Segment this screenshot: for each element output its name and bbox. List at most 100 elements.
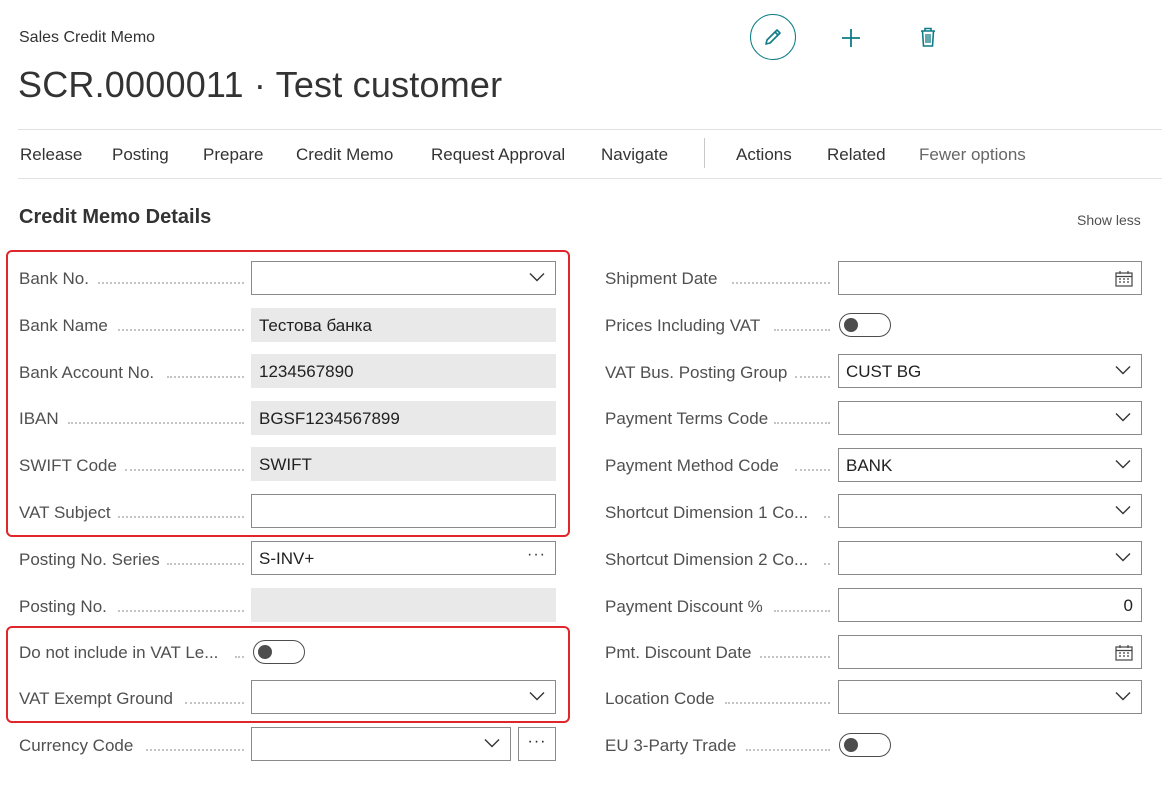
action-credit-memo[interactable]: Credit Memo bbox=[296, 145, 393, 165]
field-label: SWIFT Code bbox=[19, 456, 117, 475]
bank-no-dropdown[interactable] bbox=[251, 261, 556, 295]
new-button[interactable] bbox=[838, 25, 864, 51]
label-leader bbox=[98, 282, 244, 284]
field-label: Bank Account No. bbox=[19, 363, 155, 382]
field-label: Payment Terms Code bbox=[605, 409, 769, 428]
fewer-options-link[interactable]: Fewer options bbox=[919, 145, 1026, 165]
action-posting[interactable]: Posting bbox=[112, 145, 169, 165]
field-label: Location Code bbox=[605, 689, 715, 708]
field-vat-subject: VAT Subject bbox=[0, 494, 560, 530]
do-not-include-vat-ledger-toggle[interactable] bbox=[253, 640, 305, 664]
action-bar-bottom-divider bbox=[18, 178, 1162, 179]
pmt-discount-date-input[interactable] bbox=[838, 635, 1142, 669]
chevron-down-icon bbox=[1115, 692, 1131, 701]
delete-button[interactable] bbox=[916, 24, 940, 50]
iban-field: BGSF1234567899 bbox=[251, 401, 556, 435]
shortcut-dimension-2-dropdown[interactable] bbox=[838, 541, 1142, 575]
label-leader bbox=[167, 376, 244, 378]
field-label: Payment Method Code bbox=[605, 456, 779, 475]
label-leader bbox=[732, 282, 830, 284]
action-bar-separator bbox=[704, 138, 705, 168]
action-actions[interactable]: Actions bbox=[736, 145, 792, 165]
chevron-down-icon bbox=[1115, 366, 1131, 375]
field-payment-method-code: Payment Method Code BANK bbox=[600, 447, 1145, 483]
field-prices-including-vat: Prices Including VAT bbox=[600, 307, 1145, 343]
chevron-down-icon bbox=[529, 692, 545, 701]
vat-bus-posting-group-dropdown[interactable]: CUST BG bbox=[838, 354, 1142, 388]
field-value: S-INV+ bbox=[259, 549, 315, 568]
label-leader bbox=[68, 422, 244, 424]
bank-name-field: Тестова банка bbox=[251, 308, 556, 342]
edit-button[interactable] bbox=[750, 14, 796, 60]
label-leader bbox=[795, 376, 830, 378]
field-bank-no: Bank No. bbox=[0, 260, 560, 296]
action-navigate[interactable]: Navigate bbox=[601, 145, 668, 165]
action-release[interactable]: Release bbox=[20, 145, 82, 165]
label-leader bbox=[774, 329, 830, 331]
prices-including-vat-toggle[interactable] bbox=[839, 313, 891, 337]
shipment-date-input[interactable] bbox=[838, 261, 1142, 295]
field-label: Do not include in VAT Le... bbox=[19, 643, 219, 662]
page-type-caption: Sales Credit Memo bbox=[19, 29, 156, 46]
toggle-knob bbox=[258, 645, 272, 659]
field-label: Payment Discount % bbox=[605, 597, 763, 616]
field-posting-no: Posting No. bbox=[0, 588, 560, 624]
label-leader bbox=[824, 516, 830, 518]
location-code-dropdown[interactable] bbox=[838, 680, 1142, 714]
currency-code-dropdown[interactable] bbox=[251, 727, 511, 761]
field-currency-code: Currency Code ··· bbox=[0, 727, 560, 763]
pencil-icon bbox=[765, 29, 781, 45]
label-leader bbox=[774, 610, 830, 612]
action-related[interactable]: Related bbox=[827, 145, 886, 165]
chevron-down-icon bbox=[1115, 553, 1131, 562]
field-label: Shortcut Dimension 1 Co... bbox=[605, 503, 809, 522]
calendar-icon[interactable] bbox=[1115, 270, 1133, 287]
field-label: Prices Including VAT bbox=[605, 316, 761, 335]
shortcut-dimension-1-dropdown[interactable] bbox=[838, 494, 1142, 528]
payment-discount-pct-input[interactable]: 0 bbox=[838, 588, 1142, 622]
posting-no-series-input[interactable]: S-INV+ ··· bbox=[251, 541, 556, 575]
label-leader bbox=[146, 749, 244, 751]
chevron-down-icon bbox=[1115, 460, 1131, 469]
field-label: VAT Exempt Ground bbox=[19, 689, 174, 708]
label-leader bbox=[125, 469, 244, 471]
field-label: Posting No. Series bbox=[19, 550, 160, 569]
label-leader bbox=[824, 563, 830, 565]
field-label: Shortcut Dimension 2 Co... bbox=[605, 550, 809, 569]
lookup-ellipsis-icon[interactable]: ··· bbox=[527, 546, 546, 564]
currency-lookup-button[interactable]: ··· bbox=[518, 727, 556, 761]
calendar-icon[interactable] bbox=[1115, 644, 1133, 661]
field-label: Bank Name bbox=[19, 316, 108, 335]
eu-3-party-trade-toggle[interactable] bbox=[839, 733, 891, 757]
label-leader bbox=[760, 656, 830, 658]
label-leader bbox=[235, 656, 244, 658]
field-eu-3-party-trade: EU 3-Party Trade bbox=[600, 727, 1145, 763]
chevron-down-icon bbox=[1115, 506, 1131, 515]
field-value: BGSF1234567899 bbox=[259, 409, 400, 428]
action-prepare[interactable]: Prepare bbox=[203, 145, 263, 165]
posting-no-field bbox=[251, 588, 556, 622]
trash-icon bbox=[921, 27, 935, 47]
field-label: Posting No. bbox=[19, 597, 107, 616]
label-leader bbox=[167, 563, 244, 565]
action-request-approval[interactable]: Request Approval bbox=[431, 145, 565, 165]
chevron-down-icon bbox=[484, 739, 500, 748]
payment-terms-code-dropdown[interactable] bbox=[838, 401, 1142, 435]
field-label: Currency Code bbox=[19, 736, 134, 755]
chevron-down-icon bbox=[529, 273, 545, 282]
field-label: VAT Bus. Posting Group bbox=[605, 363, 788, 382]
toggle-knob bbox=[844, 318, 858, 332]
vat-subject-input[interactable] bbox=[251, 494, 556, 528]
section-title: Credit Memo Details bbox=[19, 206, 212, 228]
show-less-link[interactable]: Show less bbox=[1077, 212, 1141, 228]
vat-exempt-ground-dropdown[interactable] bbox=[251, 680, 556, 714]
label-leader bbox=[118, 610, 244, 612]
field-label: IBAN bbox=[19, 409, 59, 428]
field-shipment-date: Shipment Date bbox=[600, 260, 1145, 296]
field-value: SWIFT bbox=[259, 455, 312, 474]
field-vat-bus-posting-group: VAT Bus. Posting Group CUST BG bbox=[600, 354, 1145, 390]
label-leader bbox=[185, 702, 244, 704]
field-bank-name: Bank Name Тестова банка bbox=[0, 307, 560, 343]
payment-method-code-dropdown[interactable]: BANK bbox=[838, 448, 1142, 482]
bank-account-no-field: 1234567890 bbox=[251, 354, 556, 388]
